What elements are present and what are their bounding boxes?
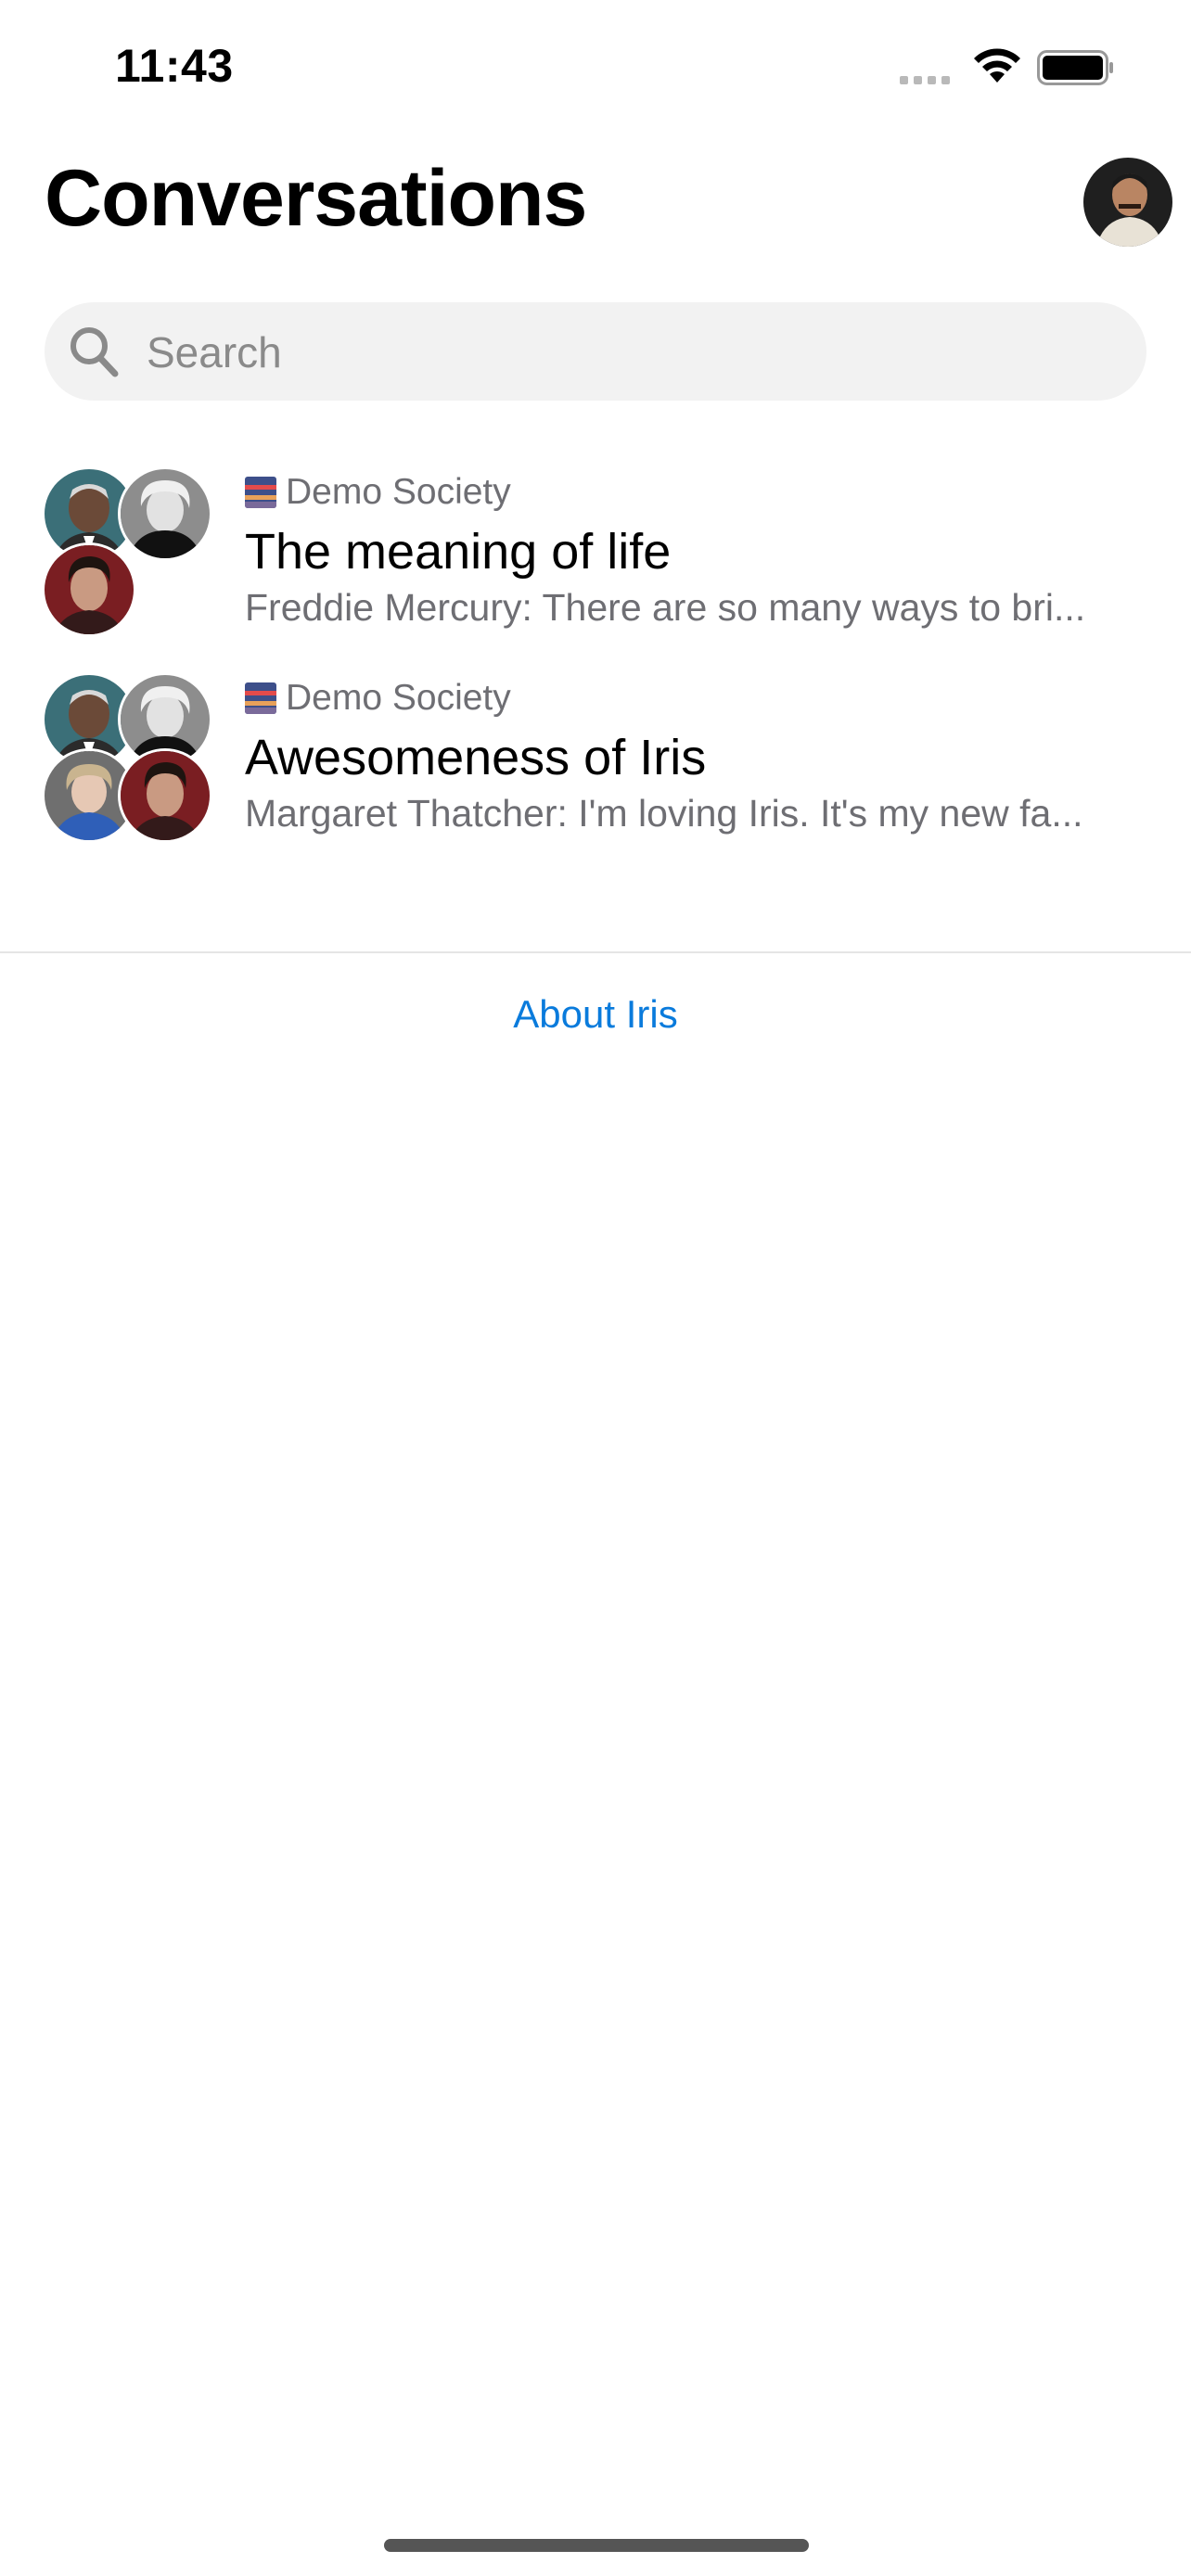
battery-icon <box>1037 50 1113 85</box>
conversation-title: Awesomeness of Iris <box>245 730 707 785</box>
conversation-group: Demo Society <box>245 675 1135 721</box>
search-input[interactable] <box>145 302 1122 402</box>
group-name: Demo Society <box>286 678 511 718</box>
group-flag-icon <box>245 682 276 714</box>
status-time: 11:43 <box>115 40 234 92</box>
conversation-item[interactable]: Demo Society The meaning of life Freddie… <box>0 469 1191 655</box>
conversation-item[interactable]: Demo Society Awesomeness of Iris Margare… <box>0 675 1191 861</box>
participant-avatars <box>45 675 215 846</box>
conversation-preview: Margaret Thatcher: I'm loving Iris. It's… <box>245 792 1083 835</box>
search-icon <box>70 327 119 377</box>
wifi-icon <box>974 48 1020 83</box>
avatar <box>121 469 210 558</box>
group-name: Demo Society <box>286 472 511 512</box>
group-flag-icon <box>245 477 276 508</box>
conversation-group: Demo Society <box>245 469 1135 516</box>
cellular-signal-icon <box>900 76 950 84</box>
avatar <box>121 751 210 840</box>
page-title: Conversations <box>45 154 587 243</box>
about-iris-link[interactable]: About Iris <box>0 992 1191 1037</box>
divider <box>0 951 1191 953</box>
profile-avatar[interactable] <box>1083 158 1172 247</box>
conversation-preview: Freddie Mercury: There are so many ways … <box>245 586 1086 629</box>
search-bar[interactable] <box>45 302 1146 402</box>
home-indicator[interactable] <box>384 2539 809 2552</box>
participant-avatars <box>45 469 215 640</box>
avatar <box>45 545 134 634</box>
status-bar: 11:43 <box>0 0 1191 139</box>
conversation-title: The meaning of life <box>245 524 672 580</box>
profile-photo <box>1083 158 1172 247</box>
